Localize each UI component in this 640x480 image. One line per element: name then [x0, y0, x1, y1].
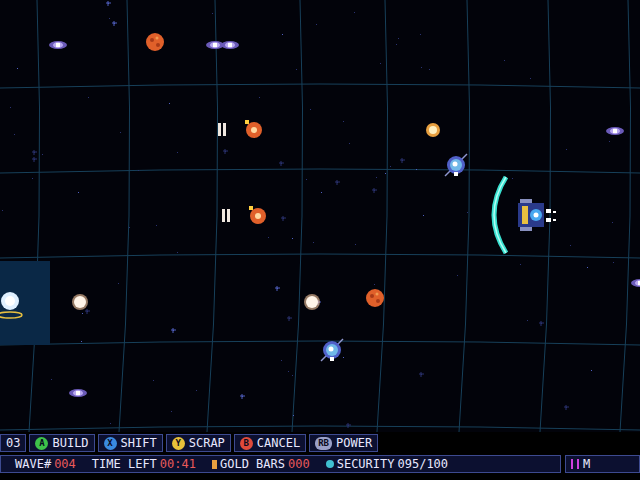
meter-label: M: [583, 456, 590, 472]
stat-value: 000: [288, 456, 310, 472]
drone-icon: [441, 150, 471, 184]
key-badge: A: [35, 437, 48, 450]
enemy-icon: [630, 274, 640, 293]
paused-enemy-icon: [220, 204, 268, 230]
stat-label: SECURITY: [337, 456, 395, 472]
orb-icon: [71, 293, 89, 315]
button-label: SCRAP: [189, 435, 225, 451]
orb-icon: [303, 293, 321, 315]
enemy-pair-icon: [205, 36, 241, 55]
enemy-icon: [605, 122, 625, 141]
stat-value: 004: [54, 456, 76, 472]
stat-label: WAVE#: [15, 456, 51, 472]
button-label: CANCEL: [257, 435, 300, 451]
button-label: POWER: [336, 435, 372, 451]
key-badge: RB: [315, 437, 332, 450]
planet-icon: [365, 288, 385, 312]
stat-label: GOLD BARS: [220, 456, 285, 472]
player-turret-icon: [486, 173, 564, 261]
gold-bar-icon: [212, 460, 217, 469]
power-button[interactable]: RB POWER: [309, 434, 378, 452]
key-badge: Y: [172, 437, 185, 450]
shift-button[interactable]: X SHIFT: [98, 434, 163, 452]
button-label: BUILD: [52, 435, 88, 451]
build-button[interactable]: A BUILD: [29, 434, 94, 452]
stat: SECURITY095/100: [326, 456, 448, 472]
meter-bar-icon: [577, 459, 579, 469]
meter-bar-icon: [571, 459, 573, 469]
stat-label: TIME LEFT: [92, 456, 157, 472]
key-badge: B: [240, 437, 253, 450]
button-label: SHIFT: [121, 435, 157, 451]
coin-icon: [425, 122, 441, 142]
security-icon: [326, 460, 334, 468]
status-bar: WAVE#004 TIME LEFT00:41 GOLD BARS000 SECURI…: [0, 455, 640, 473]
stat: TIME LEFT00:41: [92, 456, 196, 472]
stat-value: 095/100: [397, 456, 448, 472]
cancel-button[interactable]: B CANCEL: [234, 434, 306, 452]
scrap-button[interactable]: Y SCRAP: [166, 434, 231, 452]
power-meter: M: [565, 455, 640, 473]
enemy-icon: [48, 36, 68, 55]
key-badge: X: [104, 437, 117, 450]
base-icon: [0, 261, 52, 349]
paused-enemy-icon: [216, 118, 264, 144]
counter: 03: [0, 434, 26, 452]
hud: 03ABUILDXSHIFTYSCRAPBCANCELRBPOWERWAVE#0…: [0, 432, 640, 480]
stats-panel: WAVE#004 TIME LEFT00:41 GOLD BARS000 SECURI…: [0, 455, 561, 473]
drone-icon: [317, 335, 347, 369]
play-field[interactable]: [0, 0, 640, 432]
stat-value: 00:41: [160, 456, 196, 472]
stat: WAVE#004: [15, 456, 76, 472]
enemy-icon: [68, 384, 88, 403]
counter-text: 03: [6, 435, 20, 451]
button-bar: 03 A BUILD X SHIFT Y SCRAP B CANCEL RB POWER: [0, 434, 640, 452]
stat: GOLD BARS000: [212, 456, 310, 472]
planet-icon: [145, 32, 165, 56]
game-screen: 03ABUILDXSHIFTYSCRAPBCANCELRBPOWERWAVE#0…: [0, 0, 640, 480]
